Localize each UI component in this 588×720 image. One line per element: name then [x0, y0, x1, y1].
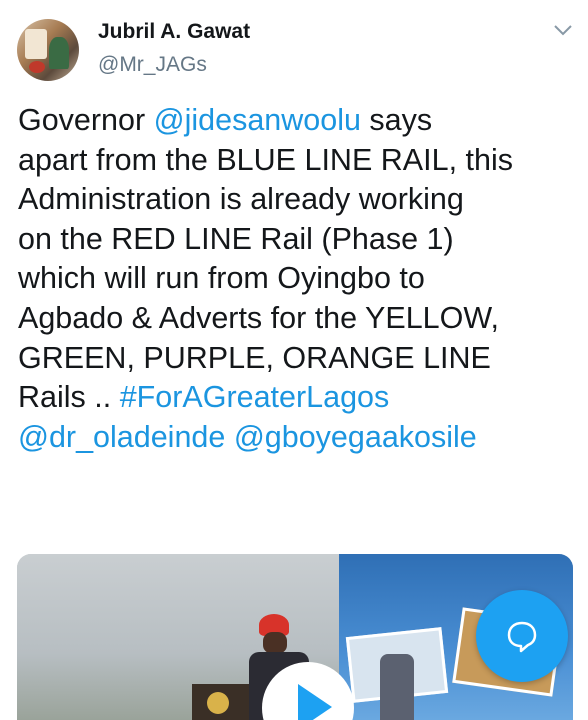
- mention-link[interactable]: @jidesanwoolu: [154, 103, 361, 137]
- tweet-line: on the RED LINE Rail (Phase 1): [18, 220, 583, 260]
- lagos-seal: [207, 692, 229, 714]
- tweet-line: Rails .. #ForAGreaterLagos: [18, 378, 583, 418]
- avatar-detail: [49, 37, 69, 69]
- tweet-line: Administration is already working: [18, 180, 583, 220]
- officer-figure: [380, 654, 414, 720]
- author-name[interactable]: Jubril A. Gawat: [98, 20, 250, 44]
- tweet-line: Agbado & Adverts for the YELLOW,: [18, 299, 583, 339]
- tweet-text: Governor @jidesanwoolu says apart from th…: [18, 101, 583, 457]
- tweet-line: GREEN, PURPLE, ORANGE LINE: [18, 339, 583, 379]
- tweet-line: apart from the BLUE LINE RAIL, this: [18, 141, 583, 181]
- tweet-text-segment: says: [360, 103, 433, 137]
- mention-link[interactable]: @gboyegaakosile: [234, 420, 477, 454]
- tweet-text-segment: [225, 420, 233, 454]
- tweet-text-segment: Agbado & Adverts for the YELLOW,: [18, 300, 499, 335]
- author-handle[interactable]: @Mr_JAGs: [98, 53, 207, 77]
- tweet-text-segment: Governor: [18, 103, 154, 137]
- tweet-text-segment: Rails ..: [18, 380, 120, 415]
- compose-reply-icon: [507, 621, 537, 653]
- hashtag-link[interactable]: #ForAGreaterLagos: [120, 380, 390, 414]
- tweet-text-segment: GREEN, PURPLE, ORANGE LINE: [18, 340, 491, 375]
- avatar-detail: [29, 61, 45, 73]
- tweet-line: @dr_oladeinde @gboyegaakosile: [18, 418, 583, 458]
- tweet-line: which will run from Oyingbo to: [18, 259, 583, 299]
- avatar-detail: [25, 29, 47, 59]
- author-avatar[interactable]: [17, 19, 79, 81]
- tweet-text-segment: apart from the BLUE LINE RAIL, this: [18, 142, 513, 177]
- tweet-text-segment: which will run from Oyingbo to: [18, 261, 425, 296]
- tweet-text-segment: on the RED LINE Rail (Phase 1): [18, 221, 454, 256]
- mention-link[interactable]: @dr_oladeinde: [18, 420, 225, 454]
- chevron-down-icon[interactable]: [553, 24, 573, 36]
- compose-reply-button[interactable]: [476, 590, 568, 682]
- play-icon: [298, 684, 332, 720]
- tweet-text-segment: Administration is already working: [18, 182, 464, 217]
- tweet-line: Governor @jidesanwoolu says: [18, 101, 583, 141]
- face: [263, 632, 287, 654]
